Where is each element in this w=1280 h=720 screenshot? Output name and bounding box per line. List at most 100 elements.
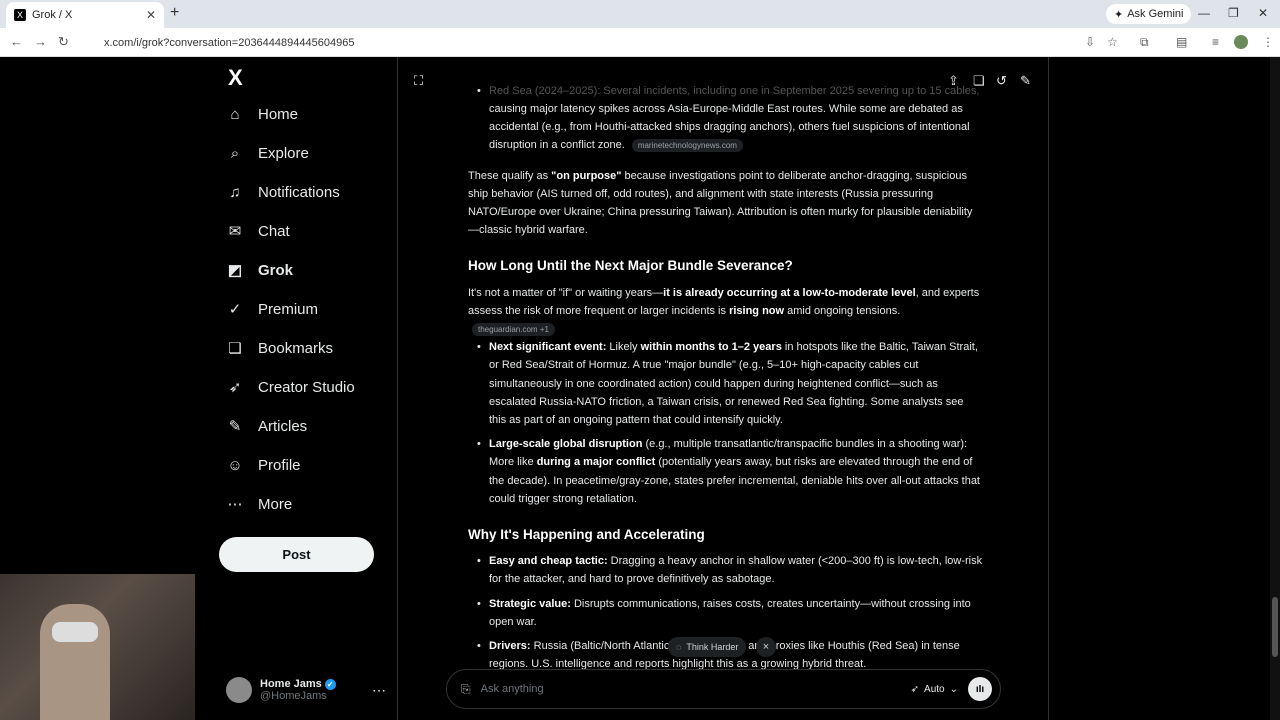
sidebar-item-bookmarks[interactable]: ❏ Bookmarks bbox=[226, 339, 334, 358]
page-scrollbar[interactable] bbox=[1270, 57, 1280, 720]
webcam-headphones bbox=[52, 622, 98, 642]
waveform-icon: ıIı bbox=[975, 683, 985, 695]
list-item: Easy and cheap tactic: Dragging a heavy … bbox=[477, 552, 983, 588]
bookmark-star-icon[interactable]: ☆ bbox=[1107, 35, 1118, 49]
mode-selector[interactable]: ➶ Auto ⌄ bbox=[911, 684, 958, 695]
url-field[interactable]: x.com/i/grok?conversation=20364448944456… bbox=[84, 32, 1124, 53]
browser-profile-avatar[interactable] bbox=[1234, 35, 1248, 49]
sidebar-item-more[interactable]: ⋯ More bbox=[226, 495, 293, 514]
address-bar-row: ← → ↻ x.com/i/grok?conversation=20364448… bbox=[0, 28, 1280, 57]
url-text: x.com/i/grok?conversation=20364448944456… bbox=[104, 36, 355, 49]
sidebar-item-label: Explore bbox=[258, 144, 309, 162]
ask-input[interactable] bbox=[480, 683, 911, 695]
post-button[interactable]: Post bbox=[219, 537, 374, 572]
grok-conversation-panel: ⛶ ⇪ ❏ ↺ ✎ Red Sea (2024–2025): Several i… bbox=[397, 57, 1049, 720]
mode-label: Auto bbox=[924, 683, 945, 695]
paragraph: These qualify as "on purpose" because in… bbox=[468, 169, 973, 237]
sidebar-item-label: Grok bbox=[258, 261, 294, 279]
extensions-icon[interactable]: ⧉ bbox=[1140, 35, 1149, 50]
sidebar-item-grok[interactable]: ◩ Grok bbox=[226, 261, 294, 280]
mail-icon: ✉ bbox=[228, 223, 242, 240]
sidebar-item-label: More bbox=[258, 495, 293, 513]
history-icon[interactable]: ↺ bbox=[996, 73, 1007, 89]
browser-tabbar: X Grok / X ✕ + ✦ Ask Gemini — ❐ ✕ bbox=[0, 0, 1280, 28]
lightbulb-icon: ◌ bbox=[676, 642, 682, 652]
restore-icon[interactable]: ❐ bbox=[1228, 6, 1239, 20]
attach-icon[interactable]: ⎘ bbox=[461, 682, 471, 697]
close-tab-icon[interactable]: ✕ bbox=[146, 8, 156, 22]
sidebar-item-label: Notifications bbox=[258, 183, 340, 201]
minimize-icon[interactable]: — bbox=[1198, 6, 1210, 20]
account-switcher[interactable]: Home Jams ✓ @HomeJams ⋯ bbox=[226, 675, 386, 705]
grok-icon: ◩ bbox=[227, 262, 243, 279]
sidebar: X ⌂ Home ⌕ Explore ♫ Notifications ✉ Cha… bbox=[218, 57, 396, 720]
more-circle-icon: ⋯ bbox=[227, 496, 243, 513]
sidebar-item-notifications[interactable]: ♫ Notifications bbox=[226, 183, 340, 201]
sidebar-item-creator-studio[interactable]: ➶ Creator Studio bbox=[226, 378, 355, 397]
composer: ⎘ ➶ Auto ⌄ ıIı bbox=[446, 669, 1001, 709]
person-icon: ☺ bbox=[227, 456, 243, 474]
avatar bbox=[226, 677, 252, 703]
close-window-icon[interactable]: ✕ bbox=[1258, 6, 1268, 20]
browser-tab[interactable]: X Grok / X ✕ bbox=[6, 2, 164, 28]
source-chip[interactable]: theguardian.com +1 bbox=[472, 322, 555, 336]
new-chat-icon[interactable]: ✎ bbox=[1020, 73, 1031, 89]
think-harder-button[interactable]: ◌ Think Harder bbox=[668, 637, 747, 657]
premium-icon: ✓ bbox=[228, 301, 242, 318]
rocket-icon: ➶ bbox=[910, 683, 920, 695]
scrollbar-thumb[interactable] bbox=[1272, 597, 1278, 657]
reload-icon[interactable]: ↻ bbox=[58, 34, 69, 50]
forward-icon[interactable]: → bbox=[34, 34, 47, 49]
sidebar-item-label: Home bbox=[258, 105, 299, 123]
x-favicon-icon: X bbox=[14, 9, 26, 21]
chevron-down-icon: ⌄ bbox=[949, 683, 958, 695]
sidebar-item-chat[interactable]: ✉ Chat bbox=[226, 222, 290, 241]
profile-handle: @HomeJams bbox=[260, 690, 327, 702]
install-app-icon[interactable]: ⇩ bbox=[1085, 35, 1095, 49]
list-item: Large-scale global disruption (e.g., mul… bbox=[477, 435, 983, 508]
section-heading: Why It's Happening and Accelerating bbox=[468, 527, 705, 543]
rocket-icon: ➶ bbox=[228, 379, 242, 396]
dismiss-suggestion-button[interactable]: × bbox=[756, 637, 776, 657]
expand-icon[interactable]: ⛶ bbox=[414, 73, 423, 89]
sidebar-item-label: Profile bbox=[258, 456, 301, 474]
browser-menu-icon[interactable]: ⋮ bbox=[1262, 35, 1274, 49]
sidebar-item-label: Premium bbox=[258, 300, 319, 318]
sidebar-item-premium[interactable]: ✓ Premium bbox=[226, 300, 319, 319]
sidebar-item-explore[interactable]: ⌕ Explore bbox=[226, 144, 309, 162]
voice-mode-button[interactable]: ıIı bbox=[968, 677, 992, 701]
source-chip[interactable]: marinetechnologynews.com bbox=[631, 139, 743, 152]
tab-title: Grok / X bbox=[32, 9, 73, 21]
media-icon[interactable]: ≡ bbox=[1212, 35, 1219, 49]
sidebar-item-label: Articles bbox=[258, 417, 308, 435]
ask-gemini-button[interactable]: ✦ Ask Gemini bbox=[1106, 4, 1192, 24]
list-item: Strategic value: Disrupts communications… bbox=[477, 595, 983, 631]
sidebar-item-label: Creator Studio bbox=[258, 378, 355, 396]
search-icon: ⌕ bbox=[230, 144, 240, 162]
back-icon[interactable]: ← bbox=[10, 34, 23, 49]
home-icon: ⌂ bbox=[230, 105, 240, 123]
list-item: Next significant event: Likely within mo… bbox=[477, 338, 983, 429]
paragraph: It's not a matter of "if" or waiting yea… bbox=[468, 286, 980, 336]
more-options-icon[interactable]: ⋯ bbox=[372, 682, 386, 699]
sidebar-item-home[interactable]: ⌂ Home bbox=[226, 105, 298, 123]
grok-response: Red Sea (2024–2025): Several incidents, … bbox=[468, 82, 983, 679]
section-heading: How Long Until the Next Major Bundle Sev… bbox=[468, 258, 793, 274]
partial-line: Red Sea (2024–2025): Several incidents, … bbox=[489, 85, 980, 97]
sidebar-item-articles[interactable]: ✎ Articles bbox=[226, 417, 308, 436]
verified-badge-icon: ✓ bbox=[324, 678, 336, 690]
ask-gemini-label: Ask Gemini bbox=[1127, 8, 1184, 20]
sidebar-item-label: Bookmarks bbox=[258, 339, 334, 357]
think-harder-label: Think Harder bbox=[686, 642, 739, 652]
sidebar-item-label: Chat bbox=[258, 222, 290, 240]
new-tab-button[interactable]: + bbox=[170, 4, 179, 22]
webcam-overlay bbox=[0, 574, 195, 720]
article-icon: ✎ bbox=[228, 418, 242, 435]
profile-name: Home Jams bbox=[260, 678, 322, 690]
x-logo[interactable]: X bbox=[228, 65, 243, 91]
bookmark-icon: ❏ bbox=[228, 340, 242, 357]
bell-icon: ♫ bbox=[229, 183, 241, 201]
side-panel-icon[interactable]: ▤ bbox=[1176, 35, 1187, 49]
sidebar-item-profile[interactable]: ☺ Profile bbox=[226, 456, 301, 474]
gemini-icon: ✦ bbox=[1114, 8, 1124, 21]
